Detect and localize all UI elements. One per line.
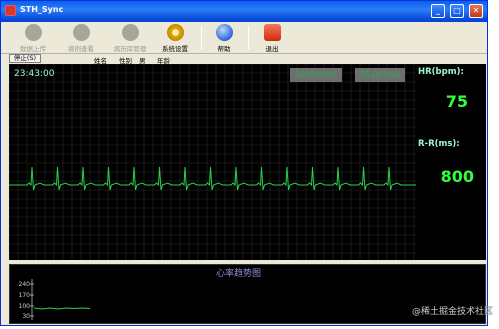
patient-info-bar: 停止(S) 姓名 性别 男 年龄 (1, 54, 487, 65)
stop-button[interactable]: 停止(S) (9, 54, 41, 63)
upload-data-button[interactable]: 数据上传 (15, 23, 51, 53)
toolbar: 数据上传 病例查看 病历库管理 系统设置 帮助 退出 (1, 22, 487, 54)
help-label: 帮助 (217, 45, 231, 53)
hr-value: 75 (445, 92, 468, 111)
settings-label: 系统设置 (162, 45, 188, 53)
record-library-button[interactable]: 病历库管理 (108, 23, 152, 53)
maximize-button[interactable]: □ (450, 4, 464, 18)
sensitivity-display: 10mm/mV (290, 68, 342, 82)
close-button[interactable]: ✕ (469, 4, 483, 18)
power-icon (263, 24, 281, 41)
app-heart-icon (5, 5, 16, 16)
ecg-panel (8, 63, 416, 260)
title-bar[interactable]: STH_Sync _ □ ✕ (1, 1, 487, 22)
records-label: 病例查看 (68, 45, 94, 53)
minimize-button[interactable]: _ (431, 4, 445, 18)
exit-label: 退出 (265, 45, 279, 53)
trend-y-tick: 170 (18, 292, 30, 299)
ecg-time: 23:43:00 (14, 69, 55, 79)
library-label: 病历库管理 (113, 45, 147, 53)
rr-value: 800 (440, 167, 474, 186)
rr-label: R-R(ms): (418, 139, 460, 149)
hr-label: HR(bpm): (418, 67, 464, 77)
view-records-button[interactable]: 病例查看 (63, 23, 99, 53)
toolbar-separator (248, 26, 249, 50)
watermark: @稀土掘金技术社区 (411, 307, 493, 317)
trend-trace (33, 307, 91, 310)
upload-label: 数据上传 (20, 45, 46, 53)
records-icon (72, 24, 90, 41)
gear-icon (166, 24, 184, 41)
ecg-trace (9, 166, 416, 191)
trend-title: 心率趋势图 (215, 269, 261, 279)
trend-y-tick: 100 (18, 303, 30, 310)
trend-y-tick: 240 (18, 281, 30, 288)
upload-icon (24, 24, 42, 41)
toolbar-separator (201, 26, 202, 50)
trend-y-tick: 30 (22, 313, 30, 320)
paper-speed-display: 25.0mm/s (355, 68, 405, 82)
window-title: STH_Sync (20, 5, 64, 14)
system-settings-button[interactable]: 系统设置 (157, 23, 193, 53)
help-button[interactable]: 帮助 (210, 23, 238, 53)
exit-button[interactable]: 退出 (259, 23, 285, 53)
help-icon (215, 24, 233, 41)
ecg-waveform (8, 63, 416, 260)
users-icon (121, 24, 139, 41)
